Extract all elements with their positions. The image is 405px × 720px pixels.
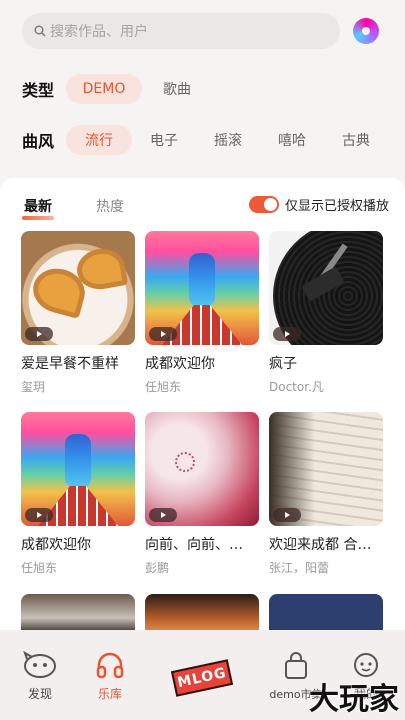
cover-image	[269, 412, 383, 526]
works-panel: 最新 热度 仅显示已授权播放 爱是早餐不重样 玺玥 成都欢迎你 任旭东 疯子 D…	[0, 178, 405, 630]
discover-face-icon	[23, 651, 56, 678]
work-title: 欢迎来成都 合…	[269, 537, 372, 553]
nav-mlog[interactable]: MLOG	[170, 646, 234, 710]
tab-latest[interactable]: 最新	[22, 196, 54, 220]
cover-image	[145, 231, 259, 345]
work-card[interactable]: 成都欢迎你 任旭东	[21, 412, 135, 593]
genre-chip-pop[interactable]: 流行	[66, 125, 132, 155]
search-input[interactable]: 搜索作品、用户	[22, 13, 340, 49]
mlog-badge: MLOG	[170, 659, 234, 697]
work-artist: 任旭东	[21, 561, 58, 575]
play-icon[interactable]	[25, 327, 53, 341]
nav-discover-label: 发现	[27, 687, 52, 701]
headphones-icon	[96, 652, 124, 679]
type-chip-song[interactable]: 歌曲	[144, 74, 210, 104]
watermark: 大玩家	[309, 682, 399, 717]
play-icon[interactable]	[149, 508, 177, 522]
licensed-toggle-label: 仅显示已授权播放	[284, 199, 389, 214]
work-title: 向前、向前、…	[145, 537, 243, 553]
work-artist: 任旭东	[145, 380, 182, 394]
play-icon[interactable]	[273, 327, 301, 341]
nav-library[interactable]: 乐库	[80, 651, 140, 702]
nav-library-label: 乐库	[97, 687, 122, 701]
work-title: 疯子	[269, 356, 297, 372]
cover-image[interactable]	[21, 594, 135, 630]
genre-label: 曲风	[22, 132, 55, 151]
cover-image	[145, 412, 259, 526]
work-title: 爱是早餐不重样	[21, 356, 119, 372]
cover-image	[269, 231, 383, 345]
sort-tabs: 最新 热度	[22, 196, 124, 220]
genre-chip-rock[interactable]: 摇滚	[196, 125, 260, 155]
works-grid-partial-row	[21, 594, 383, 630]
play-icon[interactable]	[273, 508, 301, 522]
work-artist: 张江，阳蕾	[269, 561, 330, 575]
search-icon	[34, 25, 46, 37]
type-filter: 类型 DEMO 歌曲	[22, 74, 210, 104]
tab-popular[interactable]: 热度	[96, 196, 124, 216]
work-card[interactable]: 欢迎来成都 合… 张江，阳蕾	[269, 412, 383, 593]
work-artist: Doctor.凡	[269, 380, 324, 394]
work-title: 成都欢迎你	[21, 537, 91, 553]
work-artist: 彭鹏	[145, 561, 170, 575]
works-grid: 爱是早餐不重样 玺玥 成都欢迎你 任旭东 疯子 Doctor.凡 成都欢迎你 任…	[21, 231, 383, 593]
play-icon[interactable]	[149, 327, 177, 341]
nav-discover[interactable]: 发现	[10, 651, 70, 702]
work-card[interactable]: 爱是早餐不重样 玺玥	[21, 231, 135, 412]
genre-chip-hiphop[interactable]: 嘻哈	[260, 125, 324, 155]
cover-image	[21, 231, 135, 345]
cover-image	[21, 412, 135, 526]
bottom-nav: 发现 乐库 MLOG demo市集 我的 大玩家	[0, 630, 405, 720]
licensed-filter: 仅显示已授权播放	[248, 195, 389, 214]
genre-filter: 曲风 流行 电子 摇滚 嘻哈 古典	[22, 125, 388, 155]
work-card[interactable]: 成都欢迎你 任旭东	[145, 231, 259, 412]
work-artist: 玺玥	[21, 380, 46, 394]
genre-chip-classical[interactable]: 古典	[324, 125, 388, 155]
play-icon[interactable]	[25, 508, 53, 522]
cover-image[interactable]	[269, 594, 383, 630]
work-card[interactable]: 向前、向前、… 彭鹏	[145, 412, 259, 593]
search-header: 搜索作品、用户	[22, 12, 391, 50]
genre-chip-electronic[interactable]: 电子	[132, 125, 196, 155]
licensed-toggle[interactable]	[248, 196, 279, 213]
now-playing-disc-icon[interactable]	[353, 18, 379, 44]
work-card[interactable]: 疯子 Doctor.凡	[269, 231, 383, 412]
work-title: 成都欢迎你	[145, 356, 215, 372]
shopping-bag-icon	[285, 652, 307, 679]
type-label: 类型	[22, 81, 55, 100]
type-chip-demo[interactable]: DEMO	[66, 74, 142, 104]
cover-image[interactable]	[145, 594, 259, 630]
search-placeholder: 搜索作品、用户	[50, 24, 148, 40]
